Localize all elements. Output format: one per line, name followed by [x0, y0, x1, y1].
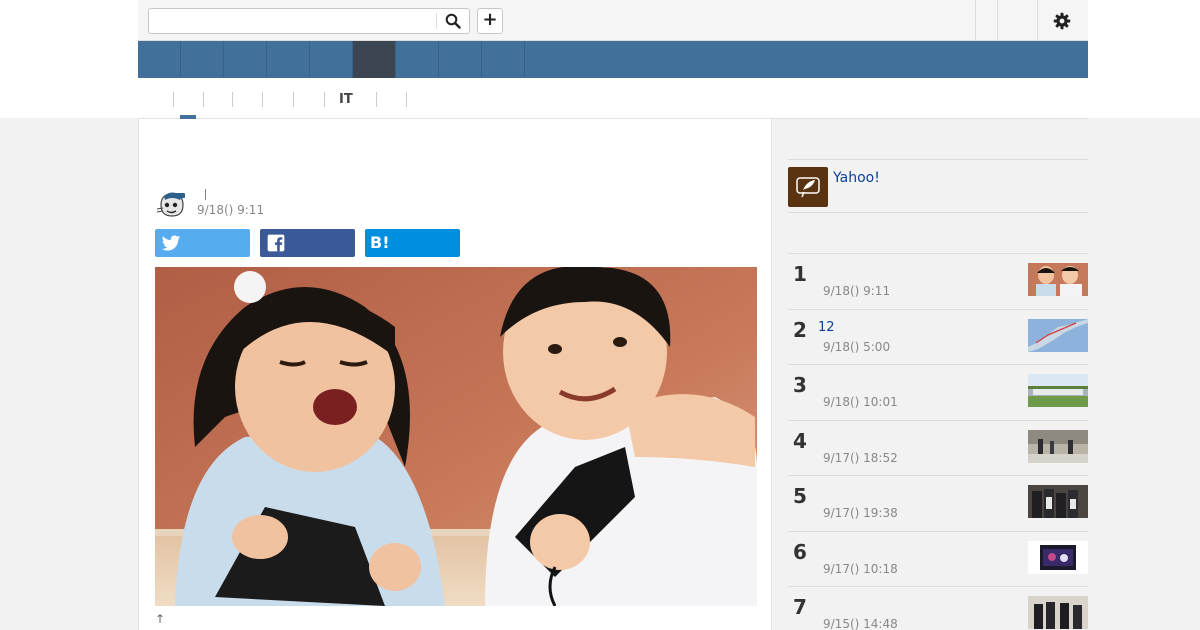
- rank-number: 1: [793, 262, 807, 286]
- rank-date: 9/18() 10:01: [823, 395, 898, 409]
- site-header: +: [138, 0, 1088, 41]
- main-nav-tab-9[interactable]: [482, 41, 525, 78]
- sub-nav-tab-it[interactable]: IT: [324, 92, 353, 107]
- rank-date: 9/17() 19:38: [823, 506, 898, 520]
- sub-nav: IT: [138, 78, 1088, 119]
- search-box: [148, 8, 470, 34]
- sub-nav-tab-1[interactable]: [173, 92, 188, 107]
- ranking-item-6[interactable]: 6 9/17() 10:18: [788, 530, 1088, 587]
- yahoo-news-logo[interactable]: [788, 167, 828, 207]
- hatena-bookmark-label: B!: [370, 233, 390, 252]
- rank-date: 9/17() 10:18: [823, 561, 898, 576]
- sidebar: Yahoo! 1 9/18() 9:11 2 12 9/18() 5:00 3 …: [788, 119, 1088, 630]
- add-button[interactable]: +: [477, 8, 503, 34]
- main-nav-tab-2[interactable]: [181, 41, 224, 78]
- sub-nav-tab-5[interactable]: [293, 92, 308, 107]
- facebook-share-button[interactable]: [260, 229, 355, 257]
- search-input[interactable]: [149, 9, 437, 33]
- author-avatar[interactable]: [155, 187, 187, 219]
- rank-thumbnail[interactable]: [1028, 596, 1088, 629]
- rank-thumbnail[interactable]: [1028, 318, 1088, 352]
- rank-number: 3: [793, 373, 807, 397]
- sub-nav-tab-7[interactable]: [376, 92, 391, 107]
- rank-number: 2: [793, 317, 807, 342]
- main-nav-tab-5[interactable]: [310, 41, 353, 78]
- rank-number: 7: [793, 595, 807, 619]
- main-nav: [138, 41, 1088, 78]
- rank-thumbnail[interactable]: [1028, 429, 1088, 463]
- rank-number: 5: [793, 484, 807, 508]
- ranking-item-3[interactable]: 3 9/18() 10:01: [788, 364, 1088, 420]
- rank-number: 4: [793, 428, 807, 453]
- article: 9/18() 9:11 B! ↑: [138, 119, 772, 630]
- ranking-item-1[interactable]: 1 9/18() 9:11: [788, 253, 1088, 309]
- settings-button[interactable]: [1050, 9, 1074, 33]
- rank-thumbnail[interactable]: [1028, 263, 1088, 296]
- search-icon: [445, 13, 461, 29]
- rank-title[interactable]: 12: [818, 320, 835, 335]
- gear-icon: [1053, 12, 1071, 30]
- search-divider: [436, 13, 437, 29]
- main-nav-tab-4[interactable]: [267, 41, 310, 78]
- rank-thumbnail[interactable]: [1028, 374, 1088, 407]
- ranking-item-4[interactable]: 4 9/17() 18:52: [788, 419, 1088, 476]
- hatena-bookmark-button[interactable]: B!: [365, 229, 460, 257]
- ranking-item-7[interactable]: 7 9/15() 14:48: [788, 586, 1088, 630]
- twitter-share-button[interactable]: [155, 229, 250, 257]
- main-nav-tab-6[interactable]: [353, 41, 396, 78]
- author-separator: [205, 189, 206, 200]
- rank-date: 9/15() 14:48: [823, 617, 898, 630]
- sub-nav-tab-3[interactable]: [232, 92, 247, 107]
- yahoo-link[interactable]: Yahoo!: [833, 170, 880, 186]
- main-nav-tab-1[interactable]: [138, 41, 181, 78]
- main-nav-tab-8[interactable]: [439, 41, 482, 78]
- header-menu-slot-1[interactable]: [975, 0, 997, 40]
- header-menu-slot-2[interactable]: [997, 0, 1037, 40]
- main-nav-tab-7[interactable]: [396, 41, 439, 78]
- rank-date: 9/17() 18:52: [823, 450, 898, 465]
- rank-date: 9/18() 5:00: [823, 339, 891, 354]
- yahoo-promo: Yahoo!: [788, 159, 1088, 213]
- photo-caption-arrow: ↑: [155, 612, 166, 626]
- sub-nav-tab-2[interactable]: [203, 92, 218, 107]
- sub-nav-tab-4[interactable]: [262, 92, 277, 107]
- facebook-icon: [267, 234, 285, 252]
- rank-date: 9/18() 9:11: [823, 284, 891, 298]
- publish-date: 9/18() 9:11: [197, 203, 265, 217]
- rank-number: 6: [793, 539, 807, 564]
- quill-icon: [796, 177, 820, 198]
- main-nav-tab-3[interactable]: [224, 41, 267, 78]
- ranking-list: 1 9/18() 9:11 2 12 9/18() 5:00 3 9/18() …: [788, 253, 1088, 630]
- rank-thumbnail[interactable]: [1028, 540, 1088, 574]
- sub-nav-tab-end: [406, 92, 421, 107]
- twitter-icon: [161, 235, 181, 251]
- article-photo: [155, 267, 757, 606]
- rank-thumbnail[interactable]: [1028, 485, 1088, 518]
- ranking-item-5[interactable]: 5 9/17() 19:38: [788, 475, 1088, 531]
- ranking-item-2[interactable]: 2 12 9/18() 5:00: [788, 308, 1088, 365]
- search-button[interactable]: [439, 11, 467, 31]
